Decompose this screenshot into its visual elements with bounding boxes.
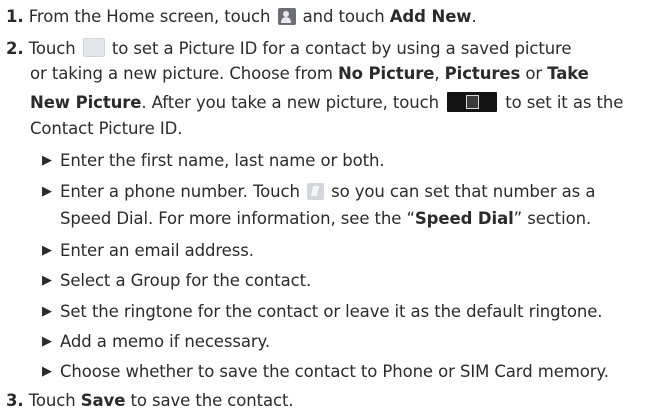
step-2-line-3: New Picture. After you take a new pictur… bbox=[30, 92, 623, 113]
speed-dial-label: Speed Dial bbox=[414, 209, 514, 228]
bullet-text: Add a memo if necessary. bbox=[60, 332, 270, 351]
bullet-arrow-icon: ▶ bbox=[42, 273, 52, 288]
step-text: Touch bbox=[28, 39, 76, 58]
bullet-item: Enter a phone number. Touch so you can s… bbox=[60, 182, 595, 202]
bullet-arrow-icon: ▶ bbox=[42, 334, 52, 349]
step-number: 3. bbox=[6, 391, 24, 410]
no-picture-label: No Picture bbox=[337, 64, 435, 83]
take-label: Take bbox=[547, 64, 589, 83]
step-number: 2. bbox=[6, 39, 24, 58]
step-text: From the Home screen, touch bbox=[28, 7, 271, 26]
new-picture-label: New Picture bbox=[30, 93, 142, 112]
bullet-text: Enter a phone number. Touch bbox=[60, 182, 300, 201]
bullet-arrow-icon: ▶ bbox=[42, 153, 52, 168]
bullet-text: Set the ringtone for the contact or leav… bbox=[60, 302, 603, 321]
step-text: . After you take a new picture, touch bbox=[141, 93, 439, 112]
step-text: and touch bbox=[302, 7, 385, 26]
contacts-icon bbox=[277, 8, 296, 25]
picture-icon bbox=[82, 38, 105, 57]
pictures-label: Pictures bbox=[444, 64, 521, 83]
save-label: Save bbox=[80, 391, 126, 410]
step-text: . bbox=[471, 7, 477, 26]
step-text: to set it as the bbox=[505, 93, 624, 112]
bullet-item: Add a memo if necessary. bbox=[60, 332, 270, 352]
bullet-item: Set the ringtone for the contact or leav… bbox=[60, 302, 603, 322]
bullet-text: so you can set that number as a bbox=[331, 182, 596, 201]
step-1: 1. From the Home screen, touch and touch… bbox=[6, 7, 477, 27]
bullet-text: Enter the first name, last name or both. bbox=[60, 151, 385, 170]
step-text: or taking a new picture. Choose from bbox=[30, 64, 333, 83]
bullet-text: Choose whether to save the contact to Ph… bbox=[60, 362, 609, 381]
bullet-arrow-icon: ▶ bbox=[42, 304, 52, 319]
set-picture-icon bbox=[447, 92, 498, 112]
bullet-item: Select a Group for the contact. bbox=[60, 271, 311, 291]
step-text: to save the contact. bbox=[130, 391, 294, 410]
step-text: to set a Picture ID for a contact by usi… bbox=[111, 39, 572, 58]
bullet-arrow-icon: ▶ bbox=[42, 364, 52, 379]
step-3: 3. Touch Save to save the contact. bbox=[6, 391, 294, 411]
bullet-arrow-icon: ▶ bbox=[42, 184, 52, 199]
manual-page: 1. From the Home screen, touch and touch… bbox=[0, 0, 661, 418]
comma: , bbox=[434, 64, 440, 83]
step-text: Contact Picture ID. bbox=[30, 119, 183, 138]
bullet-text: Select a Group for the contact. bbox=[60, 271, 312, 290]
step-text: or bbox=[525, 64, 543, 83]
bullet-item: Choose whether to save the contact to Ph… bbox=[60, 362, 609, 382]
step-text: Touch bbox=[28, 391, 76, 410]
bullet-text: ” section. bbox=[513, 209, 592, 228]
bullet-arrow-icon: ▶ bbox=[42, 243, 52, 258]
step-2-line-2: or taking a new picture. Choose from No … bbox=[30, 64, 589, 84]
step-number: 1. bbox=[6, 7, 24, 26]
bullet-text: Speed Dial. For more information, see th… bbox=[60, 209, 415, 228]
add-new-label: Add New bbox=[389, 7, 472, 26]
bullet-item: Enter an email address. bbox=[60, 241, 254, 261]
step-2-line-4: Contact Picture ID. bbox=[30, 119, 182, 139]
speed-dial-icon bbox=[306, 183, 324, 200]
bullet-item-continued: Speed Dial. For more information, see th… bbox=[60, 209, 591, 229]
bullet-text: Enter an email address. bbox=[60, 241, 254, 260]
bullet-item: Enter the first name, last name or both. bbox=[60, 151, 385, 171]
step-2-line-1: 2. Touch to set a Picture ID for a conta… bbox=[6, 38, 572, 59]
